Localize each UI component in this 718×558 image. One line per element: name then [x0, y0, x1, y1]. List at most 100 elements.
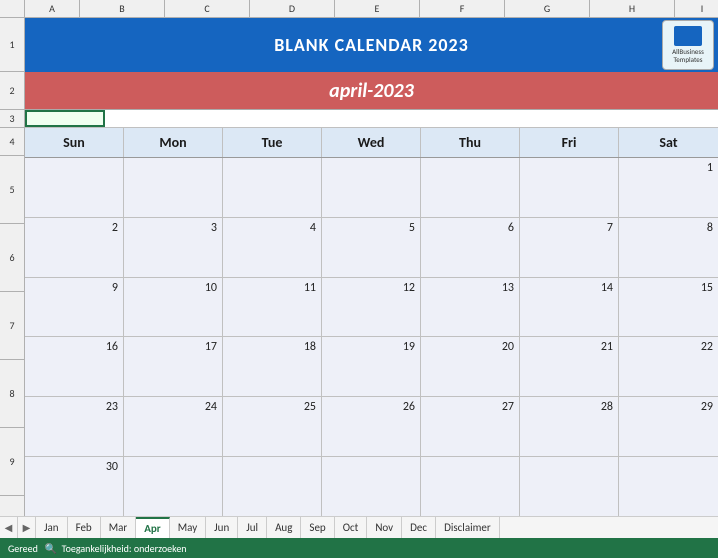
row-num-5: 5 — [0, 156, 24, 224]
day-number: 4 — [310, 221, 316, 235]
week-row-4: 16171819202122 — [25, 337, 718, 397]
day-header-mon: Mon — [124, 128, 223, 157]
day-cell: 23 — [25, 397, 124, 456]
day-number: 19 — [403, 340, 415, 354]
col-header-D: D — [250, 0, 335, 17]
col-header-I: I — [675, 0, 718, 17]
day-cell: 7 — [520, 218, 619, 277]
col-header-G: G — [505, 0, 590, 17]
day-cell: 14 — [520, 278, 619, 337]
status-bar: Gereed 🔍 Toegankelijkheid: onderzoeken — [0, 538, 718, 558]
col-header-B: B — [80, 0, 165, 17]
day-cell — [619, 457, 718, 516]
calendar-title: BLANK CALENDAR 2023 — [274, 34, 469, 56]
tab-nov[interactable]: Nov — [367, 517, 402, 538]
logo-screen-icon — [674, 26, 702, 46]
row-num-8: 8 — [0, 360, 24, 428]
tab-nav-left[interactable]: ◀ — [0, 517, 18, 538]
selected-cell[interactable] — [25, 110, 105, 127]
day-number: 27 — [502, 400, 514, 414]
tab-jul[interactable]: Jul — [238, 517, 267, 538]
day-cell: 9 — [25, 278, 124, 337]
day-header-fri: Fri — [520, 128, 619, 157]
day-number: 16 — [106, 340, 118, 354]
tab-nav-right[interactable]: ▶ — [18, 517, 36, 538]
day-cell: 6 — [421, 218, 520, 277]
day-cell: 22 — [619, 337, 718, 396]
day-number: 18 — [304, 340, 316, 354]
week-row-6: 30 — [25, 457, 718, 516]
week-row-1: 1 — [25, 158, 718, 218]
day-cell — [322, 158, 421, 217]
day-number: 5 — [409, 221, 415, 235]
row-num-1: 1 — [0, 18, 24, 72]
tab-disclaimer[interactable]: Disclaimer — [436, 517, 500, 538]
day-number: 21 — [601, 340, 613, 354]
tab-jun[interactable]: Jun — [206, 517, 238, 538]
day-cell: 4 — [223, 218, 322, 277]
col-header-H: H — [590, 0, 675, 17]
day-cell: 26 — [322, 397, 421, 456]
col-header-A: A — [25, 0, 80, 17]
day-number: 22 — [701, 340, 713, 354]
row-num-9: 9 — [0, 428, 24, 496]
day-cell: 18 — [223, 337, 322, 396]
day-number: 6 — [508, 221, 514, 235]
month-header-row: april-2023 — [25, 72, 718, 110]
row-num-6: 6 — [0, 224, 24, 292]
tab-oct[interactable]: Oct — [335, 517, 368, 538]
day-cell: 30 — [25, 457, 124, 516]
day-headers-row: SunMonTueWedThuFriSat — [25, 128, 718, 158]
day-number: 14 — [601, 281, 613, 295]
day-number: 28 — [601, 400, 613, 414]
tab-jan[interactable]: Jan — [36, 517, 68, 538]
tab-sep[interactable]: Sep — [301, 517, 334, 538]
day-cell: 12 — [322, 278, 421, 337]
row-num-3: 3 — [0, 110, 24, 128]
row-numbers: 12345678910 — [0, 18, 25, 516]
day-cell: 5 — [322, 218, 421, 277]
tab-dec[interactable]: Dec — [402, 517, 436, 538]
day-number: 11 — [304, 281, 316, 295]
empty-row — [25, 110, 718, 128]
day-number: 23 — [106, 400, 118, 414]
day-number: 29 — [701, 400, 713, 414]
day-cell: 20 — [421, 337, 520, 396]
calendar-area: BLANK CALENDAR 2023 AllBusinessTemplates… — [25, 18, 718, 516]
status-text: Gereed 🔍 Toegankelijkheid: onderzoeken — [8, 542, 187, 555]
week-row-3: 910 11 12 13 14 15 — [25, 278, 718, 338]
day-cell: 10 — [124, 278, 223, 337]
month-label: april-2023 — [329, 79, 414, 103]
day-cell: 29 — [619, 397, 718, 456]
day-cell — [25, 158, 124, 217]
day-number: 12 — [403, 281, 415, 295]
week-row-2: 2345678 — [25, 218, 718, 278]
day-cell: 8 — [619, 218, 718, 277]
day-cell: 27 — [421, 397, 520, 456]
corner-cell — [0, 0, 25, 17]
day-cell: 2 — [25, 218, 124, 277]
day-number: 30 — [106, 460, 118, 474]
tab-may[interactable]: May — [170, 517, 206, 538]
tab-aug[interactable]: Aug — [267, 517, 301, 538]
sheet-body: 12345678910 BLANK CALENDAR 2023 AllBusin… — [0, 18, 718, 516]
title-row: BLANK CALENDAR 2023 AllBusinessTemplates — [25, 18, 718, 72]
day-number: 24 — [205, 400, 217, 414]
tab-mar[interactable]: Mar — [101, 517, 137, 538]
day-cell: 25 — [223, 397, 322, 456]
day-cell — [421, 158, 520, 217]
tab-feb[interactable]: Feb — [68, 517, 101, 538]
day-number: 2 — [112, 221, 118, 235]
day-cell: 11 — [223, 278, 322, 337]
row-num-7: 7 — [0, 292, 24, 360]
day-number: 13 — [502, 281, 514, 295]
day-number: 1 — [707, 161, 713, 175]
day-cell: 21 — [520, 337, 619, 396]
col-header-E: E — [335, 0, 420, 17]
tab-apr[interactable]: Apr — [136, 517, 169, 538]
day-number: 7 — [607, 221, 613, 235]
day-cell: 16 — [25, 337, 124, 396]
day-cell: 1 — [619, 158, 718, 217]
row-num-4: 4 — [0, 128, 24, 156]
day-number: 15 — [701, 281, 713, 295]
